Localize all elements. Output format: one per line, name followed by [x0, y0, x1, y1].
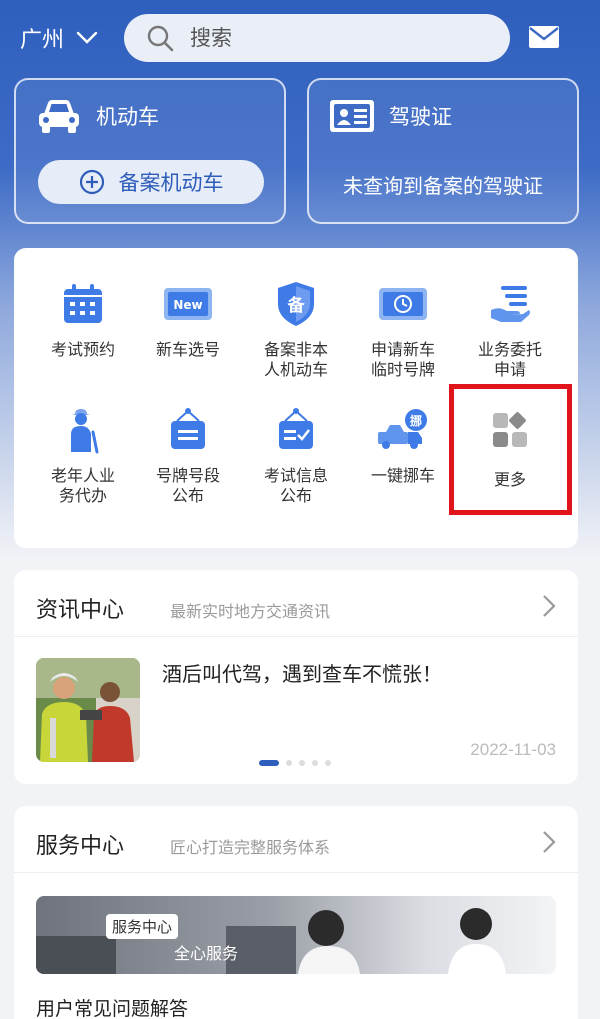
- clipboard-icon: [160, 402, 216, 458]
- carousel-dot: [312, 760, 318, 766]
- service-exam-booking[interactable]: 考试预约: [28, 276, 138, 360]
- carousel-dot: [286, 760, 292, 766]
- id-card-icon: [330, 100, 374, 132]
- service-label-line1: 一键挪车: [370, 466, 435, 485]
- service-label-line1: 申请新车: [370, 340, 435, 359]
- service-label-line1: 新车选号: [155, 340, 220, 359]
- mail-icon[interactable]: [528, 24, 560, 50]
- service-label-line1: 业务委托: [477, 340, 542, 359]
- city-label: 广州: [20, 28, 65, 53]
- service-center-subtitle: 匠心打造完整服务体系: [170, 838, 331, 857]
- service-label-line1: 备案非本: [263, 340, 328, 359]
- license-card-title: 驾驶证: [389, 105, 452, 129]
- news-date: 2022-11-03: [470, 740, 556, 759]
- search-icon: [147, 25, 174, 52]
- news-section-title: 资讯中心: [36, 598, 125, 623]
- svg-text:挪: 挪: [410, 413, 422, 428]
- chevron-right-icon[interactable]: [542, 594, 556, 618]
- service-move-car[interactable]: 挪 一键挪车: [348, 402, 458, 486]
- news-divider: [14, 636, 578, 637]
- service-label-line1: 考试预约: [50, 340, 115, 359]
- service-elderly-proxy[interactable]: 老年人业 务代办: [28, 402, 138, 506]
- service-label-line2: 申请: [493, 360, 526, 379]
- news-section-subtitle: 最新实时地方交通资讯: [170, 602, 331, 621]
- service-center-title: 服务中心: [36, 834, 125, 859]
- svg-text:New: New: [173, 298, 202, 312]
- register-vehicle-button[interactable]: 备案机动车: [38, 160, 264, 204]
- service-register-nonlocal-vehicle[interactable]: 备 备案非本 人机动车: [241, 276, 351, 380]
- service-label-line2: 公布: [279, 486, 312, 505]
- service-center-banner[interactable]: 服务中心 全心服务: [36, 896, 556, 974]
- hand-list-icon: [482, 276, 538, 332]
- truck-icon: 挪: [375, 402, 431, 458]
- new-plate-icon: New: [160, 276, 216, 332]
- service-label-line2: 人机动车: [263, 360, 328, 379]
- search-input[interactable]: [190, 26, 490, 50]
- carousel-dot-active: [259, 760, 279, 766]
- service-label-line2: 临时号牌: [370, 360, 435, 379]
- faq-link[interactable]: 用户常见问题解答: [36, 994, 188, 1019]
- elderly-icon: [55, 402, 111, 458]
- service-label-line1: 老年人业: [50, 466, 115, 485]
- chevron-down-icon: [76, 31, 98, 44]
- news-section: 资讯中心 最新实时地方交通资讯 酒后叫代驾，遇到查车不慌张！ 2022-11-0…: [14, 570, 578, 784]
- service-label-line2: 务代办: [58, 486, 107, 505]
- chevron-right-icon[interactable]: [542, 830, 556, 854]
- banner-tag: 服务中心: [106, 914, 179, 939]
- carousel-dot: [299, 760, 305, 766]
- register-vehicle-label: 备案机动车: [118, 171, 224, 195]
- plus-circle-icon: [79, 169, 104, 195]
- license-status-note: 未查询到备案的驾驶证: [343, 174, 543, 198]
- banner-text: 全心服务: [174, 944, 239, 963]
- service-label-line2: 公布: [171, 486, 204, 505]
- temp-plate-icon: [375, 276, 431, 332]
- car-icon: [39, 100, 79, 133]
- service-business-entrust[interactable]: 业务委托 申请: [455, 276, 565, 380]
- clipboard-check-icon: [268, 402, 324, 458]
- service-center-divider: [14, 872, 578, 873]
- carousel-dot: [325, 760, 331, 766]
- license-card[interactable]: 驾驶证 未查询到备案的驾驶证: [307, 78, 579, 224]
- svg-text:备: 备: [287, 295, 306, 316]
- vehicle-card[interactable]: 机动车 备案机动车: [14, 78, 286, 224]
- carousel-indicator: [259, 760, 338, 766]
- service-label-line1: 考试信息: [263, 466, 328, 485]
- more-highlight-box: [449, 384, 572, 515]
- vehicle-card-title: 机动车: [96, 105, 159, 129]
- service-center-section: 服务中心 匠心打造完整服务体系 服务中心 全心服务 用户常见问题解答: [14, 806, 578, 1019]
- news-thumbnail[interactable]: [36, 658, 140, 762]
- news-headline[interactable]: 酒后叫代驾，遇到查车不慌张！: [162, 658, 442, 687]
- service-new-plate-select[interactable]: New 新车选号: [133, 276, 243, 360]
- service-label-line1: 号牌号段: [155, 466, 220, 485]
- calendar-icon: [55, 276, 111, 332]
- service-exam-info[interactable]: 考试信息 公布: [241, 402, 351, 506]
- shield-icon: 备: [268, 276, 324, 332]
- search-bar[interactable]: [124, 14, 510, 62]
- service-temporary-plate[interactable]: 申请新车 临时号牌: [348, 276, 458, 380]
- city-selector[interactable]: 广州: [20, 20, 98, 56]
- service-plate-number-range[interactable]: 号牌号段 公布: [133, 402, 243, 506]
